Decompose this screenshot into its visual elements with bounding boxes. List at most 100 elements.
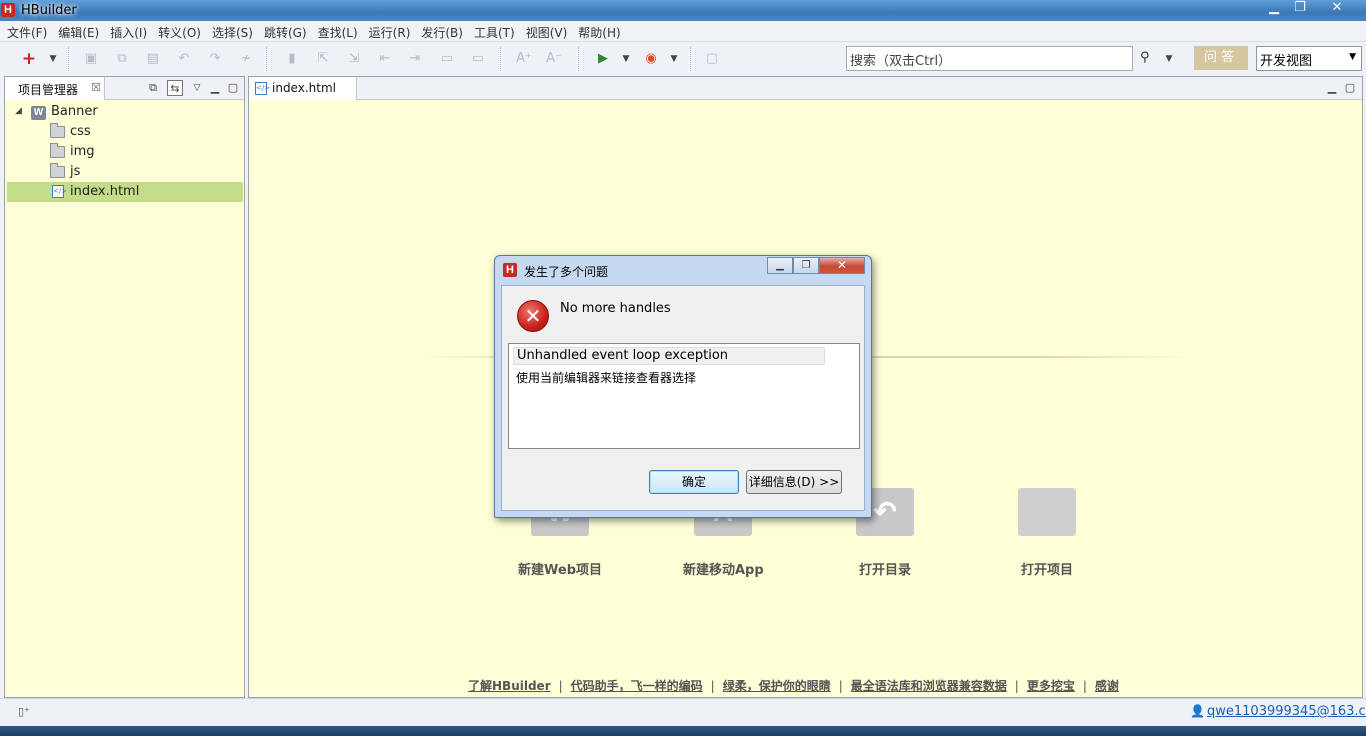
new-icon[interactable]: +	[20, 50, 38, 68]
browser-icon[interactable]: ◉	[642, 50, 660, 68]
search-icon[interactable]: ⚲	[1140, 50, 1150, 65]
new-dropdown-arrow-icon[interactable]: ▼	[44, 50, 62, 68]
redo-icon[interactable]: ↷	[206, 50, 224, 68]
undo-icon[interactable]: ↶	[175, 50, 193, 68]
menu-goto[interactable]: 跳转(G)	[259, 21, 313, 41]
toolbar-separator	[266, 47, 267, 71]
ask-button[interactable]: 问答	[1194, 46, 1248, 70]
status-indicator-icon[interactable]: ▯⁺	[18, 705, 30, 718]
menu-escape[interactable]: 转义(O)	[153, 21, 207, 41]
search-dropdown-arrow-icon[interactable]: ▼	[1160, 50, 1178, 68]
detail-item[interactable]: Unhandled event loop exception	[513, 347, 825, 365]
expand-arrow-icon[interactable]: ◢	[15, 106, 22, 116]
dialog-close-button[interactable]: ✕	[819, 257, 865, 274]
view-select[interactable]: 开发视图 ▼	[1256, 46, 1362, 71]
dialog-minimize-button[interactable]: ▁	[767, 257, 793, 274]
tree-item-img[interactable]: img	[7, 142, 243, 162]
error-icon: ✕	[517, 300, 549, 332]
about-hbuilder-link[interactable]: 了解HBuilder	[468, 679, 551, 693]
chevron-down-icon: ▼	[1349, 52, 1356, 62]
bookmark-prev-icon[interactable]: ⇱	[314, 50, 332, 68]
error-dialog: H 发生了多个问题 ▁ ❐ ✕ ✕ No more handles Unhand…	[494, 255, 872, 518]
tree-item-index-html[interactable]: </> index.html	[7, 182, 243, 202]
format-icon[interactable]: ≁	[237, 50, 255, 68]
web-project-icon: W	[31, 106, 46, 120]
new-web-project-link[interactable]: 新建Web项目	[518, 559, 602, 578]
menu-select[interactable]: 选择(S)	[207, 21, 259, 41]
tab-label: 项目管理器	[18, 83, 79, 97]
new-mobile-app-link[interactable]: 新建移动App	[683, 559, 764, 578]
uncomment-icon[interactable]: ▭	[469, 50, 487, 68]
dialog-maximize-button[interactable]: ❐	[793, 257, 819, 274]
os-taskbar	[0, 726, 1366, 736]
font-decrease-icon[interactable]: A⁻	[545, 50, 563, 68]
close-tab-icon[interactable]: ☒	[91, 81, 101, 94]
menu-edit[interactable]: 编辑(E)	[53, 21, 105, 41]
maximize-editor-icon[interactable]: ▢	[1342, 80, 1358, 96]
comment-icon[interactable]: ▭	[438, 50, 456, 68]
link-editor-icon[interactable]: ⇆	[167, 80, 183, 96]
app-logo-icon: H	[1, 3, 15, 17]
tree-label: js	[70, 164, 81, 179]
minimize-panel-icon[interactable]: ▁	[207, 80, 223, 96]
toolbar-separator	[578, 47, 579, 71]
menu-view[interactable]: 视图(V)	[521, 21, 574, 41]
menu-run[interactable]: 运行(R)	[364, 21, 417, 41]
syntax-library-link[interactable]: 最全语法库和浏览器兼容数据	[851, 679, 1007, 693]
html-file-icon: </>	[52, 185, 67, 198]
menu-publish[interactable]: 发行(B)	[416, 21, 469, 41]
status-bar: ▯⁺ 👤 qwe1103999345@163.co	[0, 698, 1366, 726]
details-list[interactable]: Unhandled event loop exception 使用当前编辑器来链…	[508, 343, 860, 449]
preview-icon[interactable]: ▢	[703, 50, 721, 68]
code-assistant-link[interactable]: 代码助手，飞一样的编码	[571, 679, 703, 693]
revert-icon[interactable]: ▤	[144, 50, 162, 68]
tree-label: img	[70, 144, 95, 159]
tab-index-html[interactable]: </> index.html	[249, 77, 357, 100]
tree-label: Banner	[51, 104, 98, 119]
thanks-link[interactable]: 感谢	[1095, 679, 1119, 693]
account-link[interactable]: qwe1103999345@163.co	[1207, 704, 1366, 719]
dialog-title: 发生了多个问题	[524, 265, 609, 279]
tab-project-manager[interactable]: 项目管理器 ☒	[5, 77, 105, 100]
maximize-panel-icon[interactable]: ▢	[225, 80, 241, 96]
menu-file[interactable]: 文件(F)	[2, 21, 53, 41]
open-directory-link[interactable]: 打开目录	[859, 559, 911, 578]
menu-help[interactable]: 帮助(H)	[573, 21, 626, 41]
tree-label: css	[70, 124, 91, 139]
open-project-icon[interactable]	[1018, 488, 1076, 536]
tree-item-banner[interactable]: ◢ W Banner	[7, 102, 243, 122]
tree-item-js[interactable]: js	[7, 162, 243, 182]
green-theme-link[interactable]: 绿柔，保护你的眼睛	[723, 679, 831, 693]
details-button[interactable]: 详细信息(D) >>	[746, 470, 842, 494]
app-logo-icon: H	[503, 263, 517, 277]
run-icon[interactable]: ▶	[594, 50, 612, 68]
ok-button[interactable]: 确定	[649, 470, 739, 494]
menu-tools[interactable]: 工具(T)	[469, 21, 521, 41]
bookmark-icon[interactable]: ▮	[283, 50, 301, 68]
browser-dropdown-arrow-icon[interactable]: ▼	[665, 50, 683, 68]
save-all-icon[interactable]: ⧉	[113, 50, 131, 68]
menu-insert[interactable]: 插入(I)	[105, 21, 153, 41]
restore-button[interactable]: ❐	[1287, 0, 1313, 17]
detail-item[interactable]: 使用当前编辑器来链接查看器选择	[516, 369, 696, 386]
minimize-button[interactable]: ▁	[1261, 0, 1287, 17]
dialog-titlebar: H 发生了多个问题 ▁ ❐ ✕	[495, 256, 871, 282]
more-tips-link[interactable]: 更多挖宝	[1027, 679, 1075, 693]
tree-item-css[interactable]: css	[7, 122, 243, 142]
font-increase-icon[interactable]: A⁺	[515, 50, 533, 68]
collapse-all-icon[interactable]: ⧉	[145, 80, 161, 96]
view-menu-icon[interactable]: ▽	[189, 80, 205, 96]
jump-next-icon[interactable]: ⇥	[406, 50, 424, 68]
tab-label: index.html	[272, 81, 336, 95]
open-project-link[interactable]: 打开项目	[1021, 559, 1073, 578]
menu-bar: 文件(F) 编辑(E) 插入(I) 转义(O) 选择(S) 跳转(G) 查找(L…	[0, 21, 1366, 42]
jump-prev-icon[interactable]: ⇤	[376, 50, 394, 68]
user-icon: 👤	[1190, 704, 1205, 718]
run-dropdown-arrow-icon[interactable]: ▼	[617, 50, 635, 68]
save-icon[interactable]: ▣	[82, 50, 100, 68]
search-input[interactable]: 搜索（双击Ctrl）	[846, 46, 1133, 71]
close-button[interactable]: ✕	[1313, 0, 1361, 17]
minimize-editor-icon[interactable]: ▁	[1324, 80, 1340, 96]
menu-find[interactable]: 查找(L)	[313, 21, 364, 41]
bookmark-next-icon[interactable]: ⇲	[345, 50, 363, 68]
